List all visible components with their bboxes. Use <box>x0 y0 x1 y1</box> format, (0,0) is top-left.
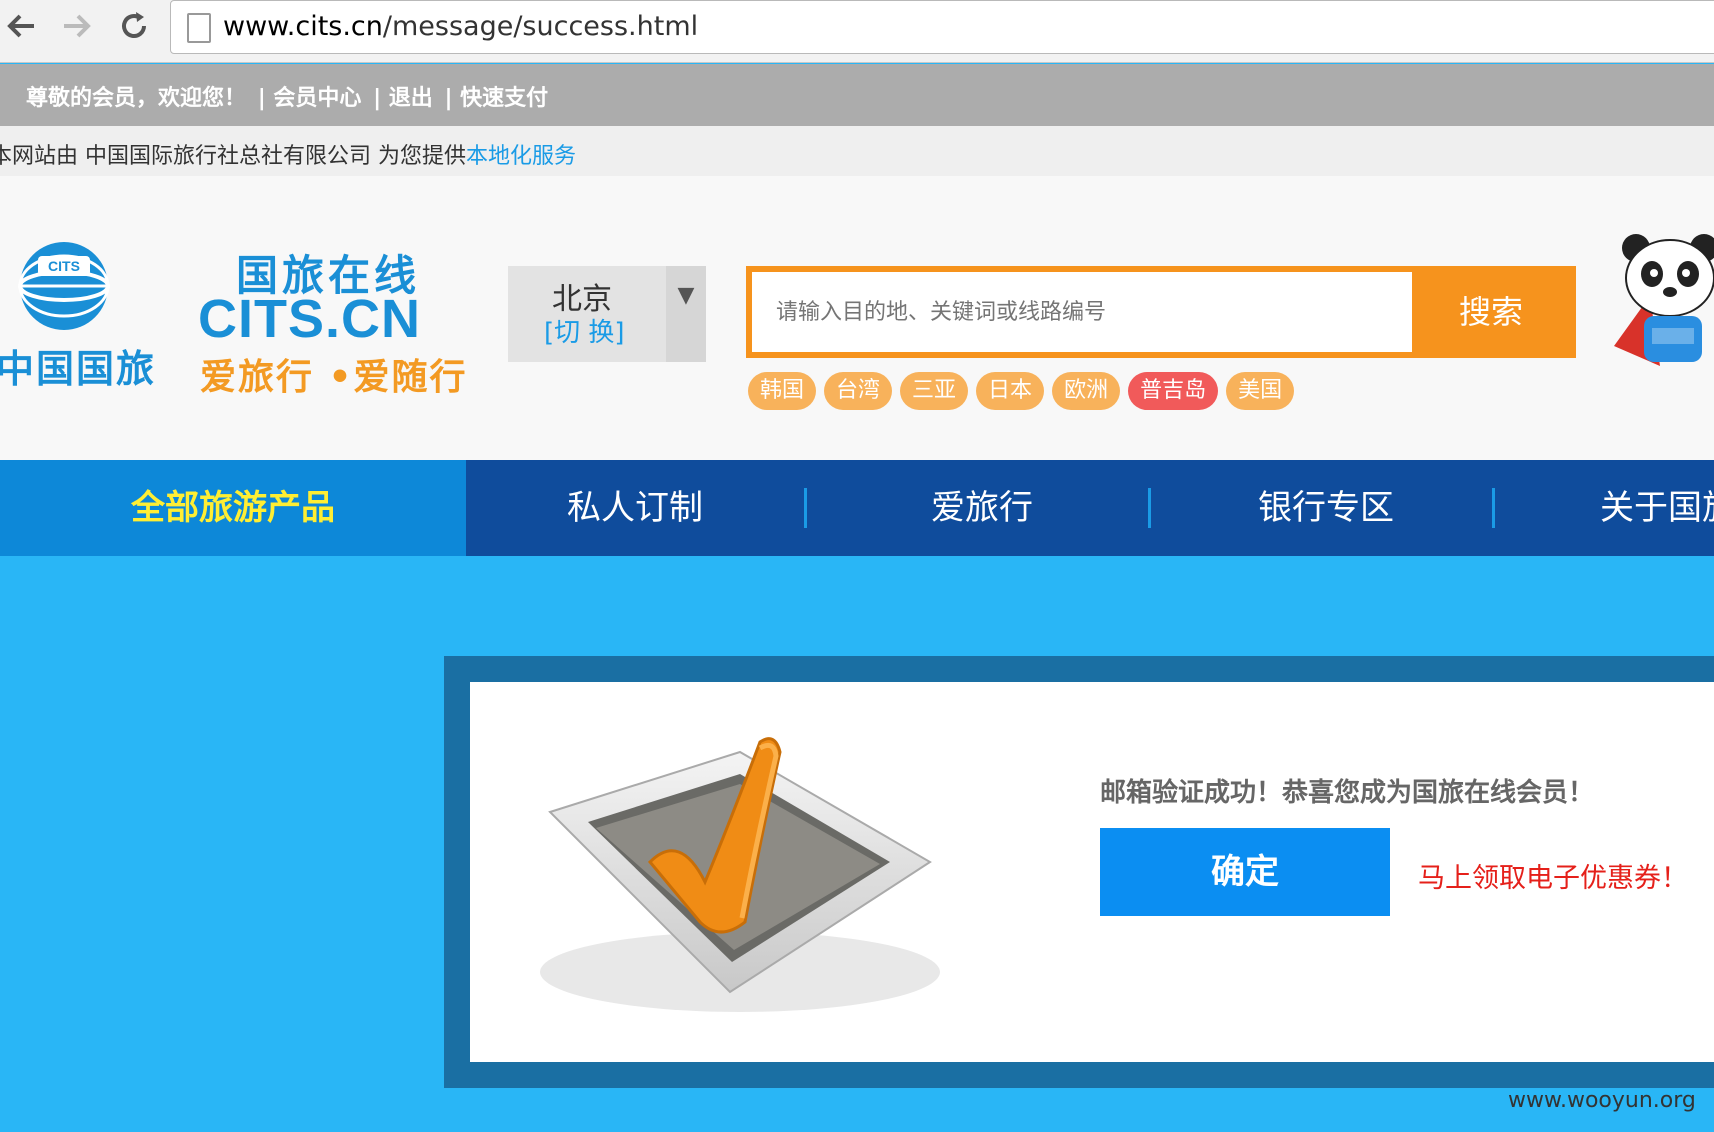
cits-logo-text: 中国国旅 <box>0 347 157 391</box>
search-button[interactable]: 搜索 <box>1412 272 1570 352</box>
tag-sanya[interactable]: 三亚 <box>900 372 969 410</box>
tag-korea[interactable]: 韩国 <box>748 372 817 410</box>
logout-link[interactable]: | 退出 <box>373 86 433 111</box>
nav-custom-tour[interactable]: 私人订制 <box>520 460 750 556</box>
city-selector[interactable]: 北京 [切 换] ▼ <box>508 266 706 362</box>
browser-toolbar: www.cits.cn/message/success.html <box>0 0 1714 63</box>
nav-divider <box>1492 488 1495 528</box>
page-icon <box>187 13 211 43</box>
search-box: 搜索 <box>746 266 1576 358</box>
reload-icon[interactable] <box>112 8 156 52</box>
localized-service-link[interactable]: 本地化服务 <box>466 144 576 169</box>
site-header: CITS 中国国旅 国旅在线 CITS.CN 爱旅行 •爱随行 北京 [切 换]… <box>0 176 1714 460</box>
url-text: www.cits.cn/message/success.html <box>223 11 699 42</box>
nav-divider <box>1148 488 1151 528</box>
search-input[interactable] <box>752 272 1412 352</box>
tag-japan[interactable]: 日本 <box>976 372 1045 410</box>
main-nav: 全部旅游产品 私人订制 爱旅行 银行专区 关于国旅 <box>0 460 1714 556</box>
panda-mascot-icon <box>1600 226 1714 376</box>
watermark-text: www.wooyun.org <box>1508 1088 1696 1113</box>
nav-about[interactable]: 关于国旅 <box>1546 460 1714 556</box>
tag-europe[interactable]: 欧洲 <box>1052 372 1121 410</box>
nav-love-travel[interactable]: 爱旅行 <box>862 460 1102 556</box>
forward-arrow-icon[interactable] <box>54 8 98 52</box>
back-arrow-icon[interactable] <box>0 8 44 52</box>
success-panel: 邮箱验证成功！恭喜您成为国旅在线会员！ 确定 马上领取电子优惠券！ <box>444 656 1714 1088</box>
hot-destination-tags: 韩国 台湾 三亚 日本 欧洲 普吉岛 美国 <box>748 372 1295 414</box>
tag-usa[interactable]: 美国 <box>1226 372 1295 410</box>
svg-text:CITS: CITS <box>48 258 80 274</box>
tag-taiwan[interactable]: 台湾 <box>824 372 893 410</box>
notice-bar: 本网站由 中国国际旅行社总社有限公司 为您提供本地化服务 <box>0 126 1714 176</box>
notice-text: 本网站由 中国国际旅行社总社有限公司 为您提供 <box>0 144 466 169</box>
city-switch-link[interactable]: [切 换] <box>544 312 625 349</box>
success-message: 邮箱验证成功！恭喜您成为国旅在线会员！ <box>1100 778 1595 808</box>
address-bar[interactable]: www.cits.cn/message/success.html <box>170 0 1714 54</box>
coupon-link[interactable]: 马上领取电子优惠券！ <box>1418 856 1688 895</box>
member-greeting: 尊敬的会员，欢迎您！ <box>26 86 247 111</box>
cits-cn-logo[interactable]: CITS.CN <box>198 288 421 350</box>
cits-slogan: 爱旅行 •爱随行 <box>200 357 468 398</box>
nav-all-products[interactable]: 全部旅游产品 <box>0 460 466 556</box>
member-bar: 尊敬的会员，欢迎您！ | 会员中心 | 退出 | 快速支付 <box>0 64 1714 126</box>
nav-divider <box>804 488 807 528</box>
member-center-link[interactable]: | 会员中心 <box>258 86 362 111</box>
dropdown-arrow-icon[interactable]: ▼ <box>666 266 706 362</box>
quick-pay-link[interactable]: | 快速支付 <box>444 86 548 111</box>
cits-globe-logo-icon[interactable]: CITS <box>14 234 118 334</box>
tag-phuket[interactable]: 普吉岛 <box>1128 372 1219 410</box>
nav-bank-zone[interactable]: 银行专区 <box>1206 460 1446 556</box>
checkmark-icon <box>530 712 950 1032</box>
confirm-button[interactable]: 确定 <box>1100 828 1390 916</box>
success-panel-body: 邮箱验证成功！恭喜您成为国旅在线会员！ 确定 马上领取电子优惠券！ <box>470 682 1714 1062</box>
